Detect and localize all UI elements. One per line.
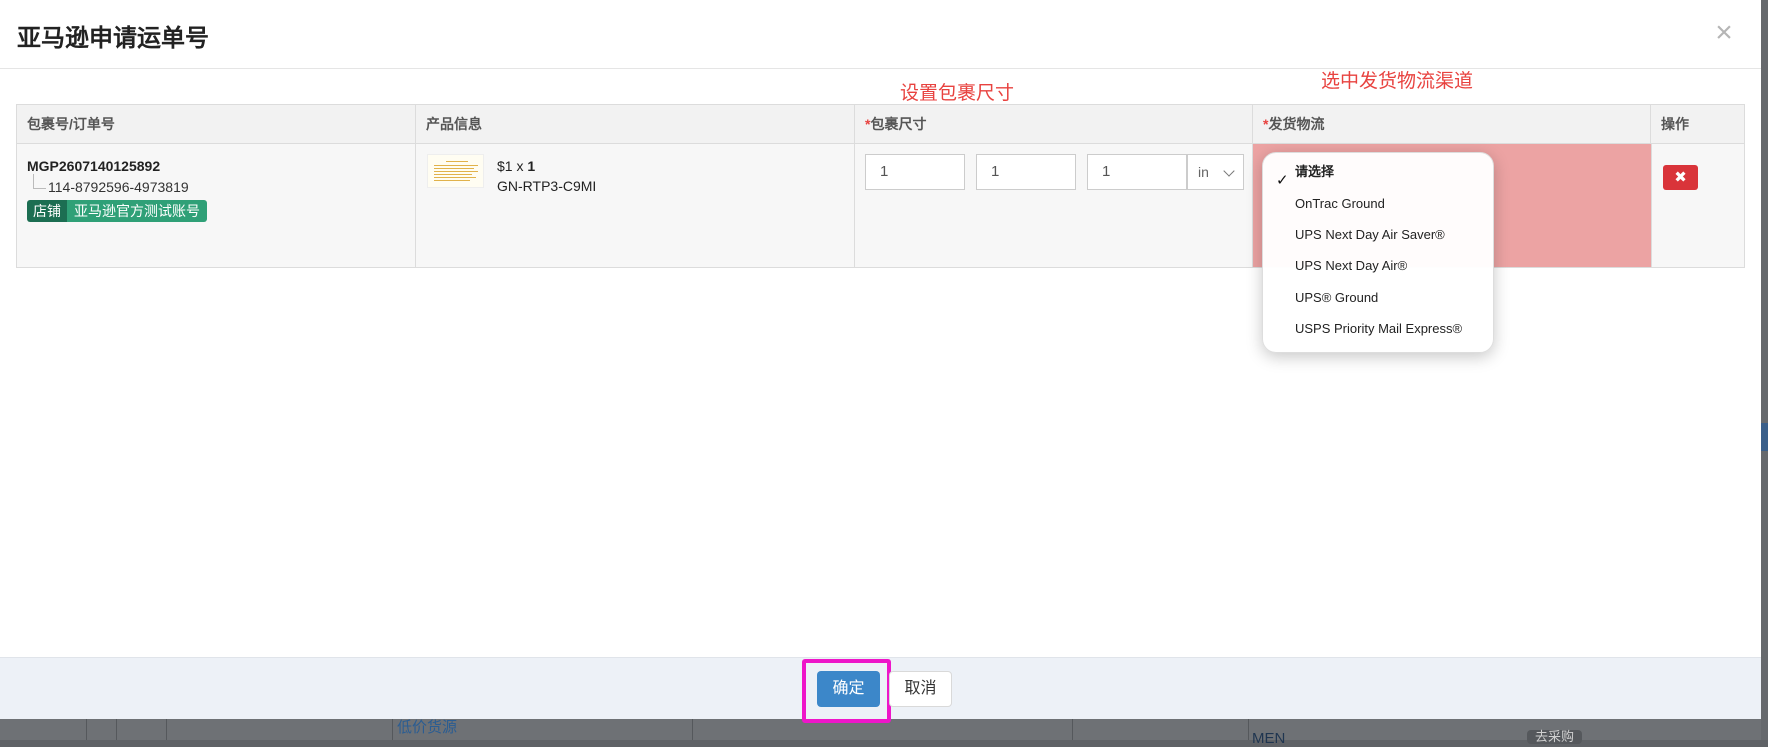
modal-title: 亚马逊申请运单号 [17, 25, 209, 52]
header-dimensions-label: 包裹尺寸 [870, 116, 927, 132]
header-dimensions: *包裹尺寸 [855, 105, 1253, 143]
annotation-shipping: 选中发货物流渠道 [1321, 71, 1474, 92]
header-action: 操作 [1661, 116, 1689, 132]
store-badge-name: 亚马逊官方测试账号 [67, 200, 207, 222]
store-badge-label: 店铺 [27, 200, 67, 222]
quantity: 1 [527, 158, 536, 174]
close-icon[interactable]: × [1709, 18, 1739, 48]
store-badge: 店铺 亚马逊官方测试账号 [27, 200, 207, 222]
modal-header: 亚马逊申请运单号 × [0, 0, 1761, 69]
background-link: 低价货源 [397, 719, 458, 736]
shipping-option-ontrac-ground[interactable]: OnTrac Ground [1295, 193, 1385, 215]
package-number: MGP2607140125892 [27, 158, 161, 174]
height-input[interactable]: 1 [1087, 154, 1187, 190]
shipping-method-dropdown[interactable]: ✓ 请选择 OnTrac Ground UPS Next Day Air Sav… [1262, 152, 1494, 353]
shipping-option-placeholder[interactable]: 请选择 [1295, 161, 1334, 183]
chevron-down-icon [1223, 165, 1235, 177]
header-shipping-label: 发货物流 [1268, 116, 1325, 132]
unit-select[interactable]: in [1187, 154, 1244, 190]
width-input[interactable]: 1 [976, 154, 1076, 190]
delete-icon: ✖ [1674, 169, 1687, 186]
checkmark-icon: ✓ [1276, 172, 1289, 189]
header-shipping: *发货物流 [1253, 105, 1651, 143]
background-pill: 去采购 [1527, 730, 1583, 744]
product-thumbnail [427, 154, 484, 188]
delete-button[interactable]: ✖ [1663, 165, 1698, 190]
price-text: $1 x [497, 158, 528, 174]
shipping-option-ups-next-day-air-saver[interactable]: UPS Next Day Air Saver® [1295, 224, 1445, 246]
ok-button[interactable]: 确定 [817, 671, 880, 707]
product-price-qty: $1 x 1 [497, 158, 535, 174]
shipping-option-ups-ground[interactable]: UPS® Ground [1295, 287, 1378, 309]
shipping-option-usps-priority-express[interactable]: USPS Priority Mail Express® [1295, 318, 1462, 340]
order-number: 114-8792596-4973819 [48, 179, 189, 195]
apply-tracking-modal: 亚马逊申请运单号 × 设置包裹尺寸 选中发货物流渠道 包裹号/订单号 产品信息 … [0, 0, 1761, 723]
header-package: 包裹号/订单号 [17, 105, 416, 143]
tree-connector [33, 174, 46, 189]
unit-select-value: in [1198, 164, 1209, 180]
annotation-dimensions: 设置包裹尺寸 [900, 83, 1015, 104]
header-product: 产品信息 [416, 105, 855, 143]
table-header: 包裹号/订单号 产品信息 *包裹尺寸 *发货物流 操作 [16, 104, 1745, 144]
background-text: MEN [1252, 730, 1286, 747]
cancel-button[interactable]: 取消 [889, 671, 952, 707]
product-sku: GN-RTP3-C9MI [497, 178, 597, 194]
length-input[interactable]: 1 [865, 154, 965, 190]
background-right-edge [1761, 0, 1768, 740]
shipping-option-ups-next-day-air[interactable]: UPS Next Day Air® [1295, 255, 1407, 277]
